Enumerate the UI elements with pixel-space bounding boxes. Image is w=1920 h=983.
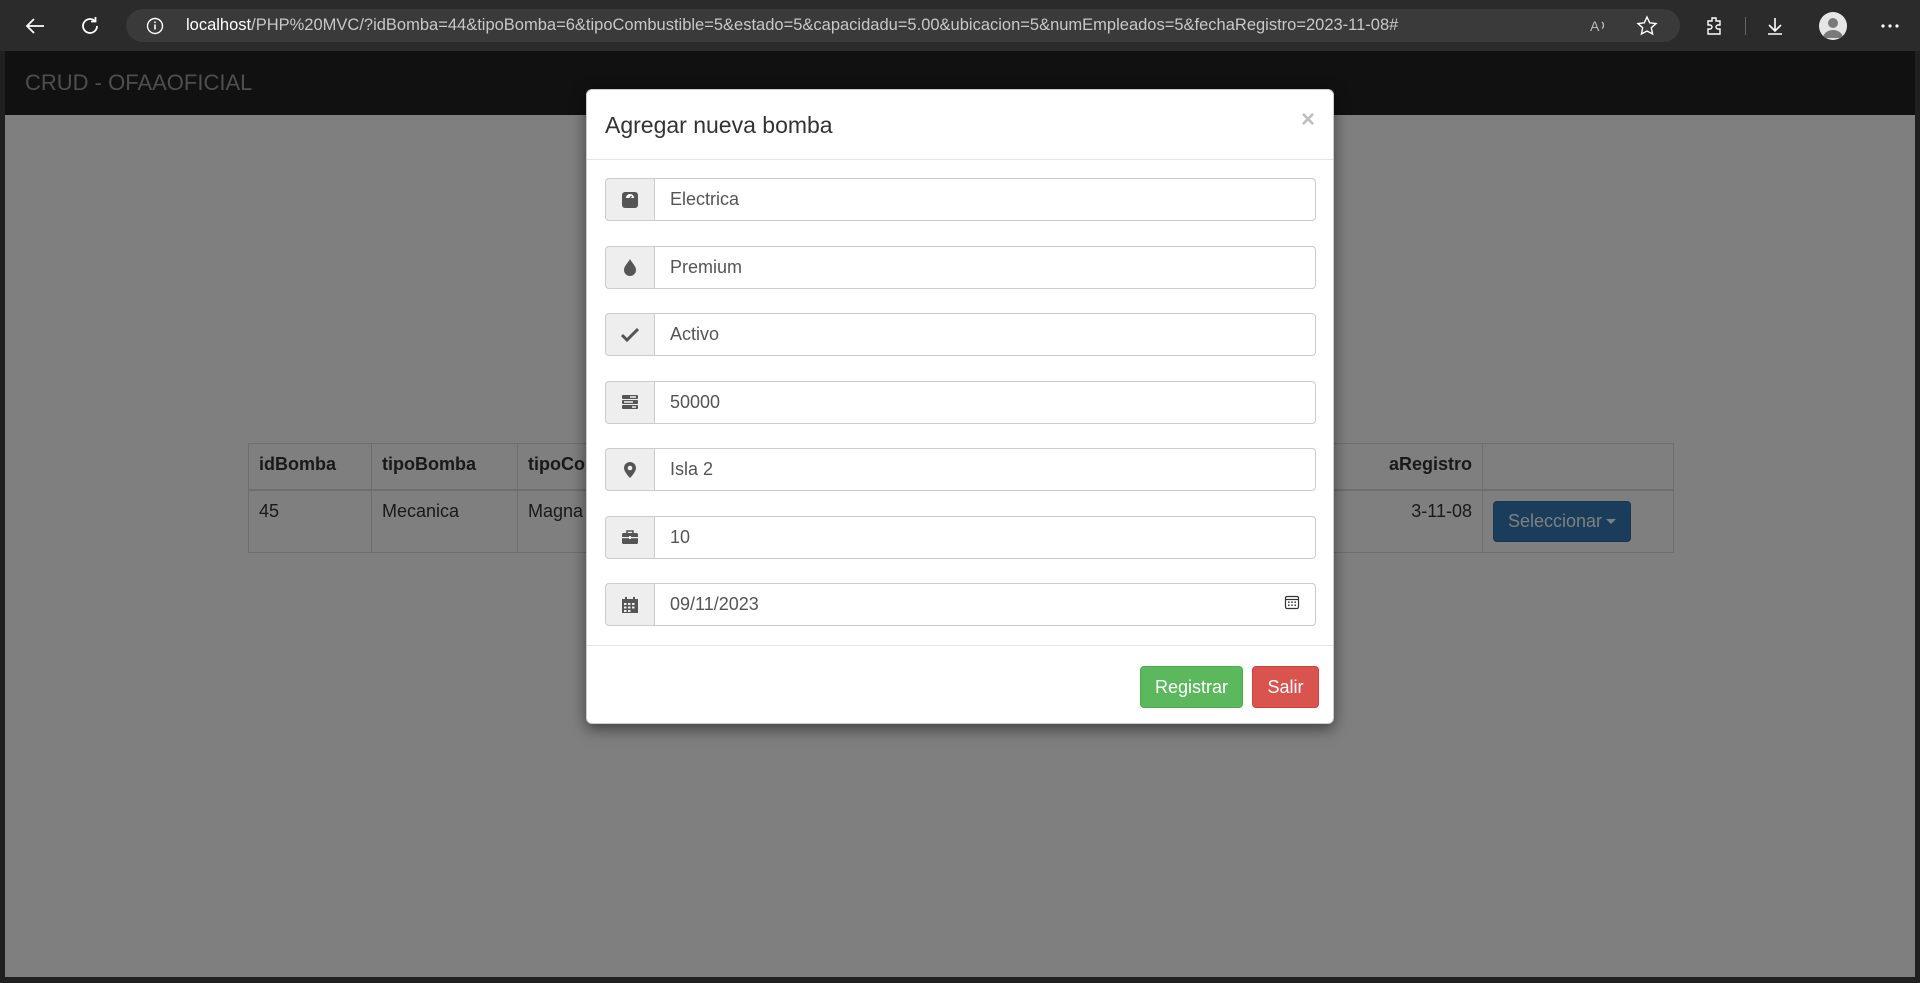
read-aloud-icon[interactable]: A [1583,10,1615,42]
date-picker-icon[interactable] [1284,594,1300,615]
downloads-icon[interactable] [1759,10,1791,42]
svg-text:A: A [1590,18,1600,34]
fuel-type-group: Premium [605,245,1316,289]
page-content: CRUD - OFAAOFICIAL idBomba tipoBomba tip… [5,51,1915,977]
more-menu-icon[interactable] [1874,10,1906,42]
address-bar[interactable]: localhost/PHP%20MVC/?idBomba=44&tipoBomb… [126,9,1680,42]
tasks-icon [605,380,654,424]
info-icon[interactable] [146,17,164,40]
check-icon [605,313,654,356]
modal-header: Agregar nueva bomba × [587,90,1333,160]
status-group: Activo [605,313,1316,356]
exit-button[interactable]: Salir [1252,666,1319,708]
back-icon[interactable] [19,10,51,42]
status-input[interactable]: Activo [654,313,1316,356]
favorite-star-icon[interactable] [1631,10,1663,42]
capacity-group: 50000 [605,380,1316,424]
briefcase-icon [605,515,654,559]
capacity-input[interactable]: 50000 [654,380,1316,424]
date-group: 09/11/2023 [605,583,1316,626]
modal-title: Agregar nueva bomba [605,112,833,138]
browser-toolbar: localhost/PHP%20MVC/?idBomba=44&tipoBomb… [0,0,1920,51]
date-input[interactable]: 09/11/2023 [654,583,1316,626]
refresh-icon[interactable] [74,10,106,42]
scale-icon [605,178,654,221]
employees-input[interactable]: 10 [654,515,1316,559]
toolbar-divider [1745,17,1746,35]
fuel-type-input[interactable]: Premium [654,245,1316,289]
map-marker-icon [605,448,654,491]
add-pump-modal: Agregar nueva bomba × Electrica Premium [586,89,1334,724]
pump-type-group: Electrica [605,178,1316,221]
location-input[interactable]: Isla 2 [654,448,1316,491]
tint-icon [605,245,654,289]
calendar-icon [605,583,654,626]
register-button[interactable]: Registrar [1140,666,1243,708]
pump-type-input[interactable]: Electrica [654,178,1316,221]
close-icon[interactable]: × [1301,106,1315,134]
profile-avatar[interactable] [1817,10,1849,42]
extensions-icon[interactable] [1698,10,1730,42]
modal-footer: Registrar Salir [587,645,1333,723]
employees-group: 10 [605,515,1316,559]
location-group: Isla 2 [605,448,1316,491]
date-value: 09/11/2023 [670,594,759,614]
url-text[interactable]: localhost/PHP%20MVC/?idBomba=44&tipoBomb… [186,9,1398,42]
modal-body: Electrica Premium Activo 50000 Isla 2 10… [605,178,1316,651]
